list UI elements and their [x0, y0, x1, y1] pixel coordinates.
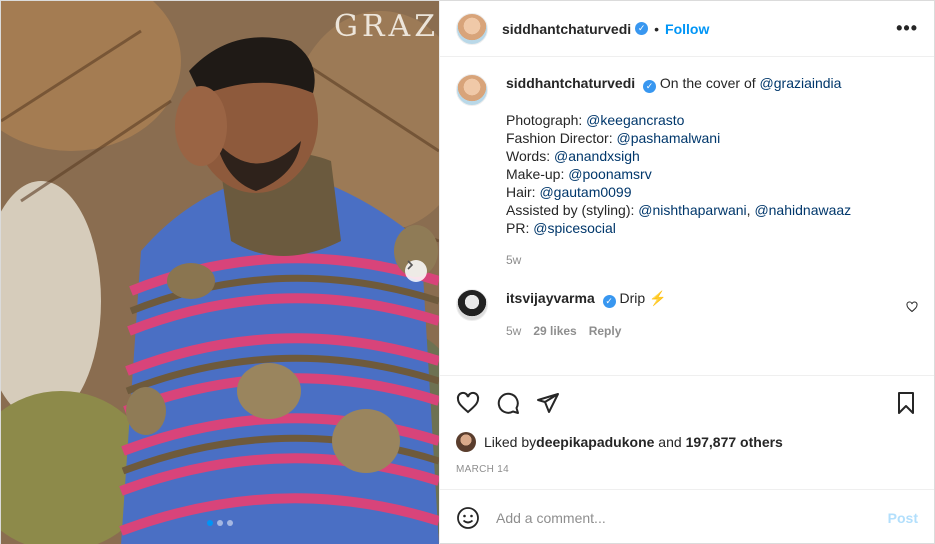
credit-line: Make-up: @poonamsrv [506, 165, 851, 183]
avatar[interactable] [456, 432, 476, 452]
post-side-panel: siddhantchaturvedi ✓ • Follow ••• siddha… [439, 1, 934, 544]
photo-illustration [1, 1, 439, 544]
action-icons [456, 390, 918, 416]
carousel-next-button[interactable] [405, 260, 427, 282]
likes-and: and [654, 434, 686, 450]
credit-label: Make-up: [506, 166, 569, 182]
carousel-dot [217, 520, 223, 526]
heart-icon[interactable] [906, 301, 918, 313]
header-username[interactable]: siddhantchaturvedi [502, 21, 631, 37]
credit-label: Photograph: [506, 112, 587, 128]
share-send-icon[interactable] [536, 391, 560, 415]
more-options-icon[interactable]: ••• [896, 18, 918, 39]
post-actions: Liked by deepikapadukone and 197,877 oth… [440, 375, 934, 475]
avatar[interactable] [456, 289, 488, 321]
credit-line: PR: @spicesocial [506, 219, 851, 237]
caption-timestamp[interactable]: 5w [506, 251, 851, 269]
comment-item: itsvijayvarma ✓ Drip ⚡ 5w 29 likes Reply [456, 289, 918, 340]
comment-timestamp[interactable]: 5w [506, 322, 521, 340]
mention-link[interactable]: @pashamalwani [616, 130, 720, 146]
mention-link[interactable]: @spicesocial [533, 220, 616, 236]
post-date[interactable]: MARCH 14 [456, 464, 918, 475]
post-header: siddhantchaturvedi ✓ • Follow ••• [440, 1, 934, 57]
mention-link[interactable]: @keegancrasto [586, 112, 684, 128]
carousel-indicator [207, 520, 233, 526]
caption-text: On the cover of [659, 75, 760, 91]
credit-line: Fashion Director: @pashamalwani [506, 129, 851, 147]
reply-button[interactable]: Reply [589, 322, 622, 340]
magazine-title: GRAZIA [334, 9, 439, 44]
likes-prefix: Liked by [484, 434, 537, 450]
likes-summary: Liked by deepikapadukone and 197,877 oth… [456, 432, 918, 452]
credit-line: Words: @anandxsigh [506, 147, 851, 165]
comment-likes[interactable]: 29 likes [533, 322, 576, 340]
caption-credits: Photograph: @keegancrasto Fashion Direct… [506, 111, 851, 237]
comment-icon[interactable] [496, 391, 520, 415]
chevron-right-icon [407, 260, 414, 270]
comment-meta: 5w 29 likes Reply [506, 322, 667, 340]
comment-username[interactable]: itsvijayvarma [506, 290, 595, 306]
caption-body: siddhantchaturvedi ✓ On the cover of @gr… [506, 74, 851, 269]
credit-label: Assisted by (styling): [506, 202, 639, 218]
credit-line: Photograph: @keegancrasto [506, 111, 851, 129]
mention-link[interactable]: @nahidnawaaz [754, 202, 851, 218]
dot-separator: • [654, 20, 660, 37]
verified-badge-icon: ✓ [643, 80, 657, 93]
credit-line: Hair: @gautam0099 [506, 183, 851, 201]
add-comment-bar: Post [440, 489, 934, 544]
mention-link[interactable]: @graziaindia [760, 75, 842, 91]
comment-body: itsvijayvarma ✓ Drip ⚡ 5w 29 likes Reply [506, 289, 667, 340]
carousel-dot-active [207, 520, 213, 526]
comment-text: Drip [619, 290, 646, 306]
credit-label: PR: [506, 220, 534, 236]
comment-input[interactable] [496, 509, 888, 526]
credit-label: Fashion Director: [506, 130, 617, 146]
carousel-dot [227, 520, 233, 526]
caption-username[interactable]: siddhantchaturvedi [506, 75, 635, 91]
avatar[interactable] [456, 74, 488, 106]
liked-by-user[interactable]: deepikapadukone [536, 434, 654, 450]
post-photo[interactable]: GRAZIA [1, 1, 439, 544]
mention-link[interactable]: @nishthaparwani [638, 202, 746, 218]
bookmark-icon[interactable] [894, 391, 918, 415]
post-comment-button[interactable]: Post [888, 510, 918, 526]
likes-count[interactable]: 197,877 others [686, 434, 783, 450]
emoji-icon[interactable] [456, 506, 480, 530]
verified-badge-icon: ✓ [602, 295, 616, 308]
follow-button[interactable]: Follow [665, 21, 709, 37]
avatar[interactable] [456, 12, 488, 45]
like-heart-icon[interactable] [456, 391, 480, 415]
mention-link[interactable]: @poonamsrv [568, 166, 651, 182]
instagram-post-modal: GRAZIA siddhantchaturvedi ✓ • Follow ••• [0, 0, 935, 544]
credit-line: Assisted by (styling): @nishthaparwani, … [506, 201, 851, 219]
verified-badge-icon: ✓ [635, 22, 649, 35]
credit-label: Hair: [506, 184, 540, 200]
credit-label: Words: [506, 148, 554, 164]
mention-link[interactable]: @gautam0099 [539, 184, 631, 200]
comments-list[interactable]: siddhantchaturvedi ✓ On the cover of @gr… [440, 58, 934, 375]
caption: siddhantchaturvedi ✓ On the cover of @gr… [456, 74, 918, 269]
mention-link[interactable]: @anandxsigh [554, 148, 640, 164]
lightning-emoji: ⚡ [649, 290, 667, 306]
